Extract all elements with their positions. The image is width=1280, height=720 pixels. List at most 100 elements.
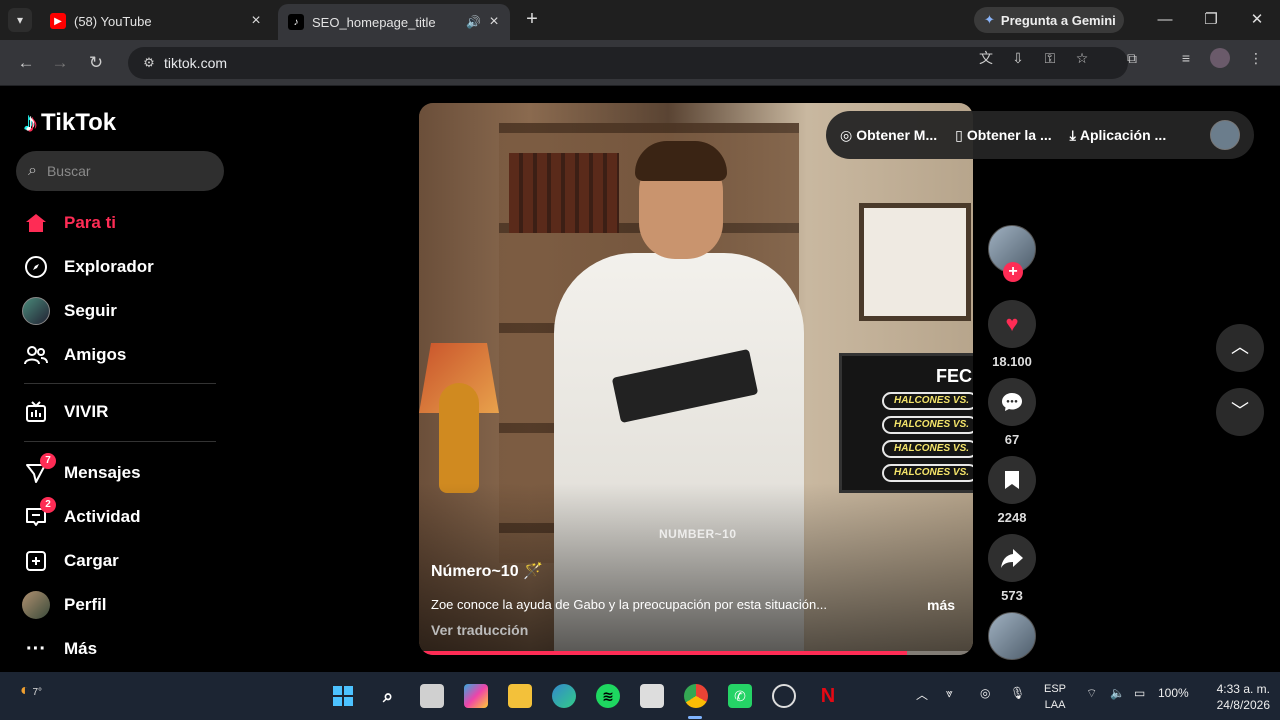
close-tab-icon[interactable]: × <box>484 13 504 31</box>
vs-tray-icon[interactable]: ⩔ <box>946 686 953 701</box>
compass-icon <box>22 253 50 281</box>
music-disc-avatar[interactable] <box>988 612 1036 660</box>
follow-plus-icon[interactable]: + <box>1003 262 1023 282</box>
back-button[interactable]: ← <box>14 51 38 75</box>
video-certificate <box>859 203 971 321</box>
profile-avatar[interactable] <box>1210 48 1230 68</box>
next-video-button[interactable]: ﹀ <box>1216 388 1264 436</box>
tiktok-note-icon: ♪ <box>24 107 37 137</box>
search-icon[interactable]: ⌕ <box>376 684 400 708</box>
profile-avatar-icon <box>22 591 50 619</box>
creator-avatar[interactable]: + <box>988 225 1036 282</box>
sidebar-item-mensajes[interactable]: 7 Mensajes <box>22 453 141 488</box>
task-view-icon[interactable] <box>420 684 444 708</box>
system-clock[interactable]: 4:33 a. m. 24/8/2026 <box>1200 681 1270 713</box>
sidebar-item-mas[interactable]: ··· Más <box>22 634 97 664</box>
download-app-button[interactable]: ⤓ Aplicación ... <box>1070 127 1167 144</box>
input-language[interactable]: ESP LAA <box>1044 681 1066 713</box>
sidebar-item-amigos[interactable]: Amigos <box>22 340 126 370</box>
tv-row-suffix: VS. <box>952 419 970 430</box>
close-tab-icon[interactable]: × <box>246 12 266 30</box>
opera-icon[interactable] <box>772 684 796 708</box>
like-action[interactable]: ♥ 18.100 <box>988 300 1036 369</box>
microsoft-store-icon[interactable] <box>640 684 664 708</box>
sidebar-item-cargar[interactable]: Cargar <box>22 546 119 576</box>
start-button[interactable] <box>331 684 355 708</box>
whatsapp-icon[interactable]: ✆ <box>728 684 752 708</box>
like-count: 18.100 <box>992 354 1032 369</box>
lang-bottom: LAA <box>1044 699 1066 711</box>
reload-button[interactable]: ↻ <box>84 51 108 75</box>
weather-widget[interactable]: ◐ 7° <box>20 682 42 700</box>
speaker-icon[interactable]: 🔊 <box>466 15 484 29</box>
tab-tiktok[interactable]: ♪ SEO_homepage_title 🔊 × <box>278 4 510 40</box>
tray-app-icon[interactable]: ◎ <box>980 686 990 700</box>
search-input[interactable]: ⌕ Buscar <box>16 151 224 191</box>
wifi-icon[interactable]: ⌔ <box>1086 686 1097 701</box>
more-icon: ··· <box>26 637 46 660</box>
sidebar-item-label: Perfil <box>64 595 107 614</box>
sound-disc[interactable] <box>988 612 1036 660</box>
media-controls-icon[interactable]: ≡ <box>1176 48 1196 68</box>
tab-search-button[interactable]: ▾ <box>8 8 32 32</box>
heart-icon[interactable]: ♥ <box>988 300 1036 348</box>
bookmark-star-icon[interactable]: ☆ <box>1072 48 1092 68</box>
translate-icon[interactable]: 文 <box>976 48 996 68</box>
bookmark-icon[interactable] <box>988 456 1036 504</box>
header-profile-avatar[interactable] <box>1210 120 1240 150</box>
save-action[interactable]: 2248 <box>988 456 1036 525</box>
menu-kebab-icon[interactable]: ⋮ <box>1246 48 1266 68</box>
minimize-button[interactable]: — <box>1150 8 1180 32</box>
sidebar-item-para-ti[interactable]: Para ti <box>22 208 116 238</box>
tv-row: HALCONES VS. <box>882 464 973 482</box>
get-app-button[interactable]: ▯ Obtener la ... <box>955 127 1052 144</box>
sidebar-item-seguir[interactable]: Seguir <box>22 296 117 326</box>
sidebar-item-label: Actividad <box>64 507 141 526</box>
new-tab-button[interactable]: + <box>520 8 544 32</box>
volume-icon[interactable]: 🔈 <box>1110 686 1125 700</box>
video-player[interactable]: FECH HALCONES VS. HALCONES VS. HALCONES … <box>419 103 973 655</box>
microsoft-365-icon[interactable] <box>464 684 488 708</box>
sidebar-item-perfil[interactable]: Perfil <box>22 590 107 620</box>
video-title[interactable]: Número~10 🪄 <box>431 561 543 581</box>
friends-icon <box>22 341 50 369</box>
share-action[interactable]: 573 <box>988 534 1036 603</box>
forward-button[interactable]: → <box>48 51 72 75</box>
file-explorer-icon[interactable] <box>508 684 532 708</box>
comment-icon[interactable] <box>988 378 1036 426</box>
sidebar-item-vivir[interactable]: VIVIR <box>22 397 108 427</box>
get-coins-button[interactable]: ◎ Obtener M... <box>840 127 937 144</box>
gemini-button[interactable]: ✦ Pregunta a Gemini <box>974 7 1124 33</box>
chevron-down-icon: ﹀ <box>1231 401 1249 421</box>
tv-row-team: HALCONES <box>894 443 951 454</box>
chrome-icon[interactable] <box>684 684 708 708</box>
more-link[interactable]: más <box>927 597 955 613</box>
close-window-button[interactable]: ✕ <box>1242 8 1272 32</box>
tray-overflow-chevron-icon[interactable]: ︿ <box>916 686 928 703</box>
sidebar-item-explorador[interactable]: Explorador <box>22 252 154 282</box>
see-translation-link[interactable]: Ver traducción <box>431 622 528 638</box>
netflix-icon[interactable]: N <box>816 684 840 708</box>
edge-icon[interactable] <box>552 684 576 708</box>
spotify-icon[interactable]: ≋ <box>596 684 620 708</box>
password-key-icon[interactable]: ⚿ <box>1040 48 1060 68</box>
share-icon[interactable] <box>988 534 1036 582</box>
battery-percent: 100% <box>1158 686 1189 700</box>
tab-youtube[interactable]: ▶ (58) YouTube × <box>40 6 272 36</box>
creator-avatar-group[interactable]: + <box>988 225 1036 282</box>
video-progress-bar[interactable] <box>419 651 973 655</box>
live-icon <box>22 398 50 426</box>
install-app-icon[interactable]: ⇩ <box>1008 48 1028 68</box>
comment-action[interactable]: 67 <box>988 378 1036 447</box>
extensions-icon[interactable]: ⧉ <box>1122 48 1142 68</box>
previous-video-button[interactable]: ︿ <box>1216 324 1264 372</box>
tiktok-logo[interactable]: ♪ TikTok <box>24 107 116 138</box>
battery-icon[interactable]: ▭ <box>1134 686 1145 700</box>
sidebar-item-actividad[interactable]: 2 Actividad <box>22 497 141 532</box>
microphone-icon[interactable]: 🎙 <box>1010 686 1025 700</box>
restore-button[interactable]: ❐ <box>1196 8 1226 32</box>
sidebar-item-label: Amigos <box>64 345 127 364</box>
video-progress-fill <box>419 651 907 655</box>
sidebar-item-label: Cargar <box>64 551 119 570</box>
site-info-icon[interactable]: ⚙ <box>134 55 164 71</box>
